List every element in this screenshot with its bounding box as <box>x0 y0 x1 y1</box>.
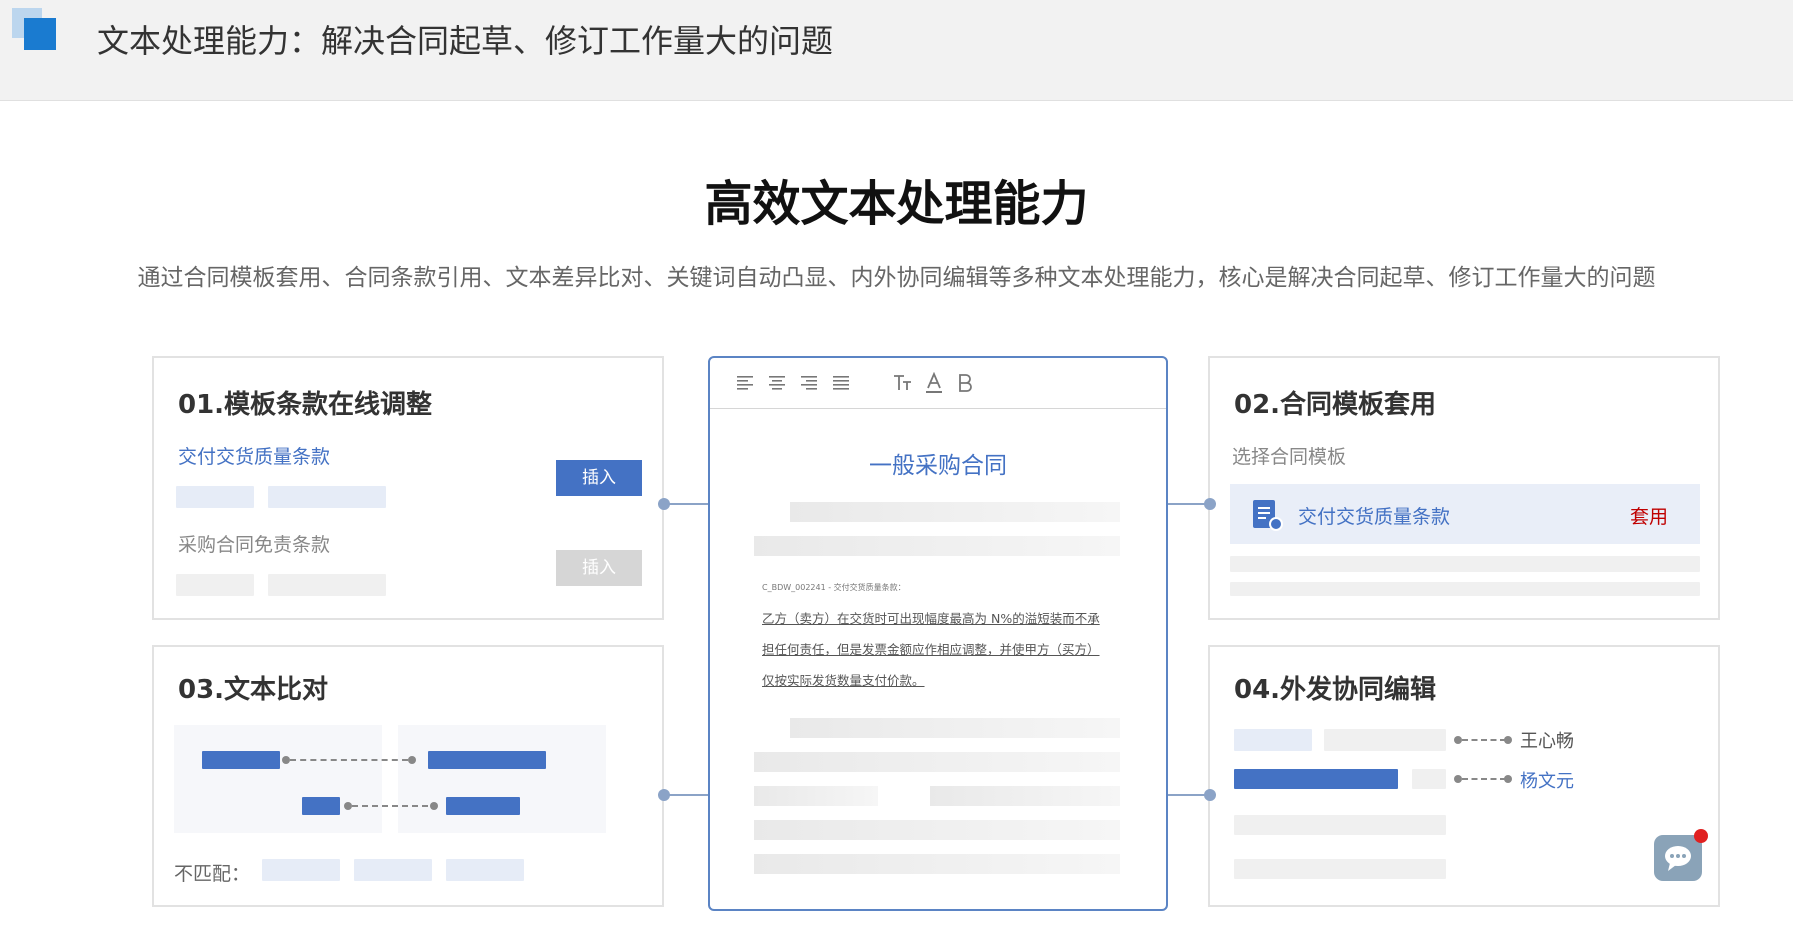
select-template-label: 选择合同模板 <box>1232 446 1347 468</box>
page-header-title: 文本处理能力：解决合同起草、修订工作量大的问题 <box>97 22 834 60</box>
placeholder-bar <box>262 859 340 881</box>
placeholder-bar <box>1234 729 1312 751</box>
placeholder-bar <box>268 486 386 508</box>
clause-link-exemption[interactable]: 采购合同免责条款 <box>178 530 330 557</box>
clause-text-line: 担任何责任，但是发票金额应作相应调整，并使甲方（买方） <box>762 642 1100 657</box>
card-template-apply: 02.合同模板套用 选择合同模板 交付交货质量条款 套用 <box>1208 356 1720 620</box>
chat-icon[interactable] <box>1654 835 1702 881</box>
diff-connector <box>352 805 428 807</box>
align-justify-icon[interactable] <box>832 374 850 392</box>
insert-button-disabled[interactable]: 插入 <box>556 550 642 586</box>
connector-dot <box>344 802 352 810</box>
card-collab-edit: 04.外发协同编辑 王心畅 杨文元 <box>1208 645 1720 907</box>
placeholder-bar <box>176 486 254 508</box>
text-line-placeholder <box>930 786 1120 806</box>
template-row[interactable]: 交付交货质量条款 套用 <box>1230 484 1700 544</box>
connector-dot <box>282 756 290 764</box>
align-center-icon[interactable] <box>768 374 786 392</box>
placeholder-bar <box>1230 582 1700 596</box>
card-template-clause: 01.模板条款在线调整 交付交货质量条款 插入 采购合同免责条款 插入 <box>152 356 664 620</box>
compare-right-panel <box>398 725 606 833</box>
connector-dot <box>1504 736 1512 744</box>
connector-dot <box>430 802 438 810</box>
text-line-placeholder <box>754 536 1120 556</box>
user-connector <box>1462 778 1506 780</box>
mismatch-label: 不匹配： <box>174 863 251 885</box>
text-line-placeholder <box>754 854 1120 874</box>
placeholder-bar <box>1324 729 1446 751</box>
clause-reference: C_BDW_002241 - 交付交货质量条款： <box>762 583 906 592</box>
placeholder-bar <box>446 859 524 881</box>
card-text-compare: 03.文本比对 不匹配： <box>152 645 664 907</box>
editor-toolbar <box>710 358 1166 409</box>
text-line-placeholder <box>790 502 1120 522</box>
diff-block <box>302 797 340 815</box>
connector-dot <box>1454 775 1462 783</box>
connector-node <box>658 789 670 801</box>
apply-button[interactable]: 套用 <box>1630 502 1668 529</box>
text-size-icon[interactable] <box>892 372 914 394</box>
connector-dot <box>1504 775 1512 783</box>
card3-title: 03.文本比对 <box>178 675 329 705</box>
clause-text-line: 乙方（卖方）在交货时可出现幅度最高为 N%的溢短装而不承 <box>762 611 1100 626</box>
document-icon <box>1253 500 1283 531</box>
align-left-icon[interactable] <box>736 374 754 392</box>
align-right-icon[interactable] <box>800 374 818 392</box>
user-connector <box>1462 739 1506 741</box>
text-line-placeholder <box>790 718 1120 738</box>
template-name: 交付交货质量条款 <box>1298 506 1451 528</box>
compare-left-panel <box>174 725 382 833</box>
notification-dot <box>1694 829 1708 843</box>
placeholder-bar <box>1230 556 1700 572</box>
clause-link-quality[interactable]: 交付交货质量条款 <box>178 442 330 469</box>
document-title: 一般采购合同 <box>869 453 1007 479</box>
placeholder-bar <box>354 859 432 881</box>
diff-block <box>428 751 546 769</box>
diff-block <box>446 797 520 815</box>
card2-title: 02.合同模板套用 <box>1234 390 1437 420</box>
text-line-placeholder <box>754 752 1120 772</box>
chat-bubble-icon <box>1665 846 1691 871</box>
edit-highlight <box>1234 769 1398 789</box>
collaborator-name: 王心畅 <box>1520 731 1574 752</box>
bold-icon[interactable] <box>956 372 974 394</box>
placeholder-bar <box>1234 815 1446 835</box>
card1-title: 01.模板条款在线调整 <box>178 390 433 420</box>
diff-block <box>202 751 280 769</box>
logo-square-front <box>24 18 56 50</box>
contract-document: 一般采购合同 C_BDW_002241 - 交付交货质量条款： 乙方（卖方）在交… <box>708 356 1168 911</box>
placeholder-bar <box>268 574 386 596</box>
card4-title: 04.外发协同编辑 <box>1234 675 1437 705</box>
connector-dot <box>1454 736 1462 744</box>
connector-dot <box>408 756 416 764</box>
section-title: 高效文本处理能力 <box>704 176 1089 232</box>
diff-connector <box>290 759 408 761</box>
collaborator-name: 杨文元 <box>1520 771 1574 792</box>
placeholder-bar <box>1234 859 1446 879</box>
clause-text-line: 仅按实际发货数量支付价款。 <box>762 673 925 688</box>
font-color-icon[interactable] <box>924 372 944 394</box>
section-subtitle: 通过合同模板套用、合同条款引用、文本差异比对、关键词自动凸显、内外协同编辑等多种… <box>137 265 1656 291</box>
connector-node <box>658 498 670 510</box>
placeholder-bar <box>176 574 254 596</box>
text-line-placeholder <box>754 820 1120 840</box>
placeholder-bar <box>1412 769 1446 789</box>
text-line-placeholder <box>754 786 878 806</box>
insert-button[interactable]: 插入 <box>556 460 642 496</box>
connector-node <box>1204 789 1216 801</box>
connector-node <box>1204 498 1216 510</box>
